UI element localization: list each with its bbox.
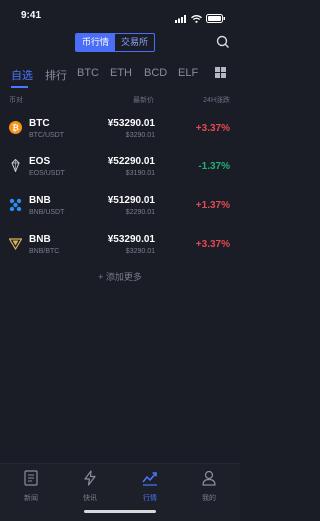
column-header-pair: 币对: [9, 97, 23, 104]
coin-name: BNB: [29, 195, 51, 206]
tab-favorites[interactable]: 自选: [11, 67, 33, 83]
status-icons: [175, 10, 226, 28]
coin-pair: BNB/USDT: [29, 209, 65, 216]
coin-name: BTC: [29, 118, 50, 129]
tab-bcd[interactable]: BCD: [144, 67, 167, 79]
price-usd: $3290.01: [125, 248, 155, 255]
price-usd: $3290.01: [125, 132, 155, 139]
coin-pair: EOS/USDT: [29, 170, 65, 177]
bitcoin-icon: ₿: [9, 121, 22, 134]
status-bar: 9:41: [0, 0, 240, 30]
market-row[interactable]: BNB BNB/USDT ¥51290.01 $2290.01 +1.37%: [0, 190, 240, 228]
price-cny: ¥52290.01: [107, 156, 155, 167]
coin-name: EOS: [29, 156, 51, 167]
tron-icon: [8, 237, 23, 251]
tabbar-label: 行情: [143, 495, 157, 502]
segment-exchange[interactable]: 交易所: [115, 34, 154, 51]
market-segment-control: 币行情 交易所: [75, 33, 156, 52]
add-more-button[interactable]: + 添加更多: [0, 270, 240, 283]
price-cny: ¥51290.01: [107, 195, 155, 206]
signal-icon: [175, 10, 187, 28]
coin-name: BNB: [29, 234, 51, 245]
tabbar-market[interactable]: 行情: [130, 470, 170, 503]
tab-btc[interactable]: BTC: [77, 67, 99, 79]
tab-elf[interactable]: ELF: [178, 67, 198, 79]
tabbar-label: 我的: [202, 495, 216, 502]
coin-pair: BTC/USDT: [29, 132, 64, 139]
svg-text:₿: ₿: [12, 124, 19, 133]
price-usd: $3190.01: [125, 170, 155, 177]
tabbar-profile[interactable]: 我的: [189, 470, 229, 503]
market-icon: [142, 472, 157, 486]
eos-icon: [9, 158, 22, 173]
flash-icon: [84, 470, 96, 486]
segment-coin-market[interactable]: 币行情: [76, 34, 116, 51]
tabbar-flash[interactable]: 快讯: [70, 470, 110, 503]
tabbar-label: 新闻: [24, 495, 38, 502]
change-percent: +3.37%: [195, 123, 230, 134]
tab-eth[interactable]: ETH: [110, 67, 132, 79]
active-tab-indicator: [11, 86, 28, 88]
tabbar-news[interactable]: 新闻: [11, 470, 51, 503]
home-indicator: [84, 510, 156, 513]
market-row[interactable]: BNB BNB/BTC ¥53290.01 $3290.01 +3.37%: [0, 229, 240, 267]
profile-icon: [202, 470, 216, 486]
wifi-icon: [191, 10, 202, 28]
change-percent: +3.37%: [195, 239, 230, 250]
tab-ranking[interactable]: 排行: [45, 67, 67, 83]
coin-pair: BNB/BTC: [29, 248, 60, 255]
grid-menu-icon[interactable]: [215, 67, 226, 78]
search-button[interactable]: [216, 35, 230, 54]
column-header-price: 最新价: [133, 97, 154, 104]
market-row[interactable]: EOS EOS/USDT ¥52290.01 $3190.01 -1.37%: [0, 151, 240, 189]
change-percent: -1.37%: [198, 161, 230, 172]
column-header-change: 24H涨跌: [203, 97, 230, 104]
ripple-icon: [9, 198, 22, 212]
change-percent: +1.37%: [195, 200, 230, 211]
market-row[interactable]: ₿ BTC BTC/USDT ¥53290.01 $3290.01 +3.37%: [0, 113, 240, 151]
battery-icon: [206, 10, 226, 28]
search-icon: [216, 35, 229, 48]
tabbar-label: 快讯: [83, 495, 97, 502]
news-icon: [24, 470, 38, 486]
price-usd: $2290.01: [125, 209, 155, 216]
price-cny: ¥53290.01: [107, 234, 155, 245]
price-cny: ¥53290.01: [107, 118, 155, 129]
status-time: 9:41: [21, 10, 42, 21]
